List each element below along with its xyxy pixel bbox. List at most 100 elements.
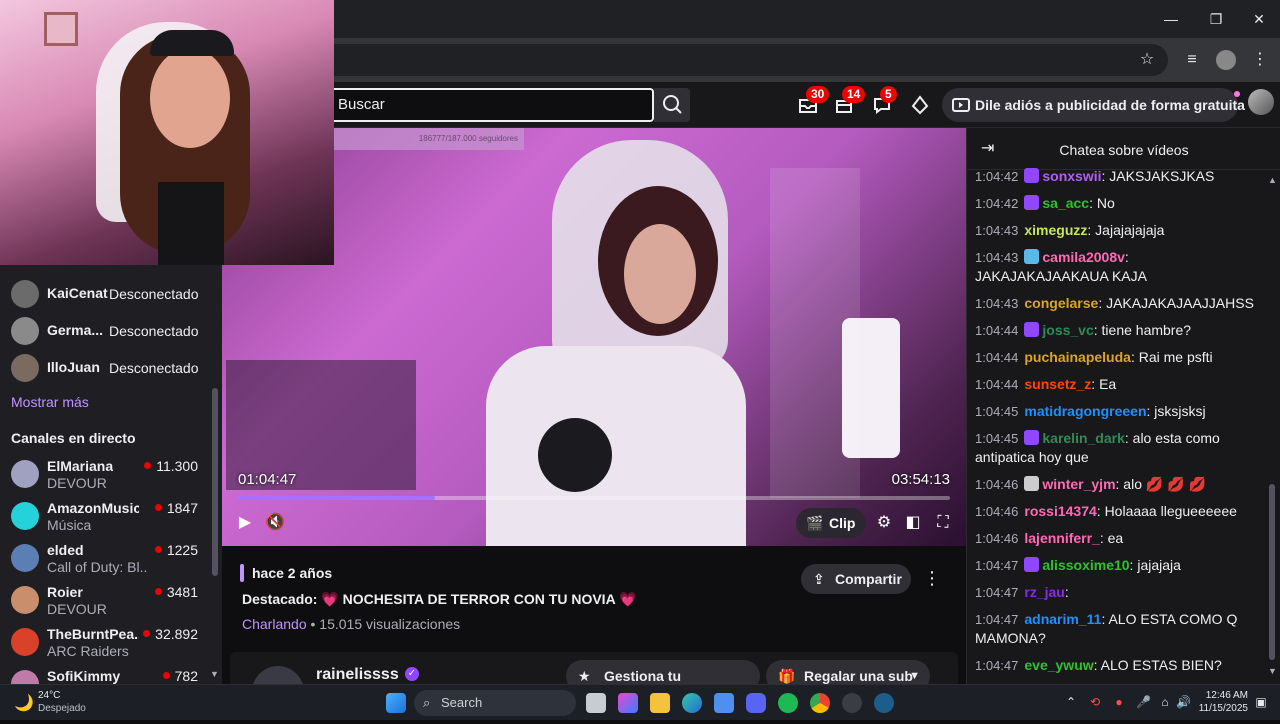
sidebar-item-live[interactable]: ElMariana DEVOUR 11.300 (0, 454, 210, 494)
sidebar-item-live[interactable]: SofiKimmy 782 (0, 664, 210, 684)
play-icon[interactable]: ▶ (234, 512, 256, 534)
scroll-down-icon[interactable]: ▼ (210, 669, 219, 679)
tray-chevron-icon[interactable]: ⌃ (1064, 695, 1078, 709)
category-link[interactable]: Charlando (242, 616, 307, 632)
menu-icon[interactable]: ⋮ (1250, 50, 1270, 70)
chat-username[interactable]: adnarim_11 (1024, 611, 1101, 627)
copilot-icon[interactable] (618, 693, 638, 713)
mute-icon[interactable]: 🔇 (264, 512, 286, 534)
chat-username[interactable]: karelin_dark (1042, 430, 1125, 446)
minimize-icon[interactable]: — (1160, 8, 1182, 30)
clip-label: Clip (829, 515, 856, 531)
chat-scrollbar[interactable] (1269, 484, 1275, 660)
bits-button[interactable] (910, 95, 932, 115)
scroll-up-icon[interactable]: ▲ (1268, 175, 1277, 185)
chat-username[interactable]: sunsetz_z (1024, 376, 1091, 392)
more-options-icon[interactable]: ⋮ (922, 568, 942, 589)
wifi-icon[interactable]: ⌂ (1158, 695, 1172, 709)
sidebar-scrollbar[interactable] (212, 388, 218, 576)
chat-username[interactable]: rossi14374 (1024, 503, 1096, 519)
viewer-count: 1225 (155, 542, 198, 558)
sidebar-item-followed[interactable]: KaiCenat Desconectado (0, 274, 210, 314)
chat-message: 1:04:47 alissoxime10: jajajaja (975, 556, 1265, 575)
chat-username[interactable]: ximeguzz (1024, 222, 1087, 238)
view-count: • 15.015 visualizaciones (306, 616, 461, 632)
clock-date[interactable]: 11/15/2025 (1196, 703, 1248, 714)
spotify-icon[interactable] (778, 693, 798, 713)
channel-name[interactable]: rainelissss (316, 666, 399, 684)
chat-badge-icon[interactable] (1024, 249, 1040, 264)
chat-badge-icon[interactable] (1024, 195, 1040, 210)
edge-icon[interactable] (682, 693, 702, 713)
chat-badge-icon[interactable] (1024, 322, 1040, 337)
chat-username[interactable]: joss_vc (1042, 322, 1093, 338)
chat-badge-icon[interactable] (1024, 476, 1040, 491)
whispers-button[interactable]: 5 (872, 86, 897, 115)
tray-app-icon[interactable]: ● (1112, 695, 1126, 709)
weather-desc[interactable]: Despejado (38, 703, 86, 714)
media-controls-icon[interactable]: ≡ (1182, 50, 1202, 70)
sidebar-item-live[interactable]: TheBurntPea... ARC Raiders 32.892 (0, 622, 210, 662)
task-view-icon[interactable] (586, 693, 606, 713)
taskbar-search[interactable]: ⌕ Search (414, 690, 576, 716)
inbox-button[interactable]: 30 (798, 86, 830, 115)
microphone-icon[interactable]: 🎤 (1136, 695, 1151, 709)
chat-username[interactable]: eve_ywuw (1024, 657, 1093, 673)
chat-username[interactable]: lajenniferr_ (1024, 530, 1099, 546)
windows-start-icon[interactable] (386, 693, 406, 713)
show-more-link[interactable]: Mostrar más (11, 394, 89, 410)
message-time: 1:04:43 (975, 296, 1019, 311)
sidebar-item-live[interactable]: AmazonMusic Música 1847 (0, 496, 210, 536)
obs-icon[interactable] (842, 693, 862, 713)
user-avatar[interactable] (1248, 89, 1274, 115)
ad-free-button[interactable]: Dile adiós a publicidad de forma gratuit… (942, 88, 1245, 122)
chat-username[interactable]: sa_acc (1042, 195, 1089, 211)
sidebar-item-followed[interactable]: Germa... Desconectado (0, 311, 210, 351)
scroll-down-icon[interactable]: ▼ (1268, 666, 1277, 676)
chat-badge-icon[interactable] (1024, 168, 1040, 183)
channel-name: Germa... (47, 322, 104, 338)
fullscreen-icon[interactable]: ⛶ (932, 512, 954, 534)
weather-temp[interactable]: 24°C (38, 690, 60, 701)
notifications-icon[interactable]: ▣ (1254, 695, 1268, 709)
chat-username[interactable]: congelarse (1024, 295, 1098, 311)
profile-avatar-icon[interactable] (1216, 50, 1236, 70)
chat-username[interactable]: camila2008v (1042, 249, 1125, 265)
close-icon[interactable]: ✕ (1248, 8, 1270, 30)
file-explorer-icon[interactable] (650, 693, 670, 713)
address-bar[interactable] (300, 44, 1168, 76)
chat-badge-icon[interactable] (1024, 430, 1040, 445)
seek-bar[interactable] (238, 496, 950, 500)
settings-gear-icon[interactable]: ⚙ (873, 512, 895, 534)
chat-username[interactable]: sonxswii (1042, 168, 1101, 184)
chat-username[interactable]: puchainapeluda (1024, 349, 1131, 365)
chrome-icon[interactable] (810, 693, 830, 713)
chat-username[interactable]: winter_yjm (1042, 476, 1115, 492)
sidebar-item-live[interactable]: elded Call of Duty: Bl... 1225 (0, 538, 210, 578)
tray-app-icon[interactable]: ⟲ (1088, 695, 1102, 709)
chat-username[interactable]: rz_jau (1024, 584, 1064, 600)
store-icon[interactable] (714, 693, 734, 713)
prime-loot-button[interactable]: 14 (834, 86, 866, 115)
chat-text: Rai me psfti (1138, 349, 1213, 365)
steam-icon[interactable] (874, 693, 894, 713)
chat-username[interactable]: matidragongreeen (1024, 403, 1146, 419)
sidebar-item-live[interactable]: Roier DEVOUR 3481 (0, 580, 210, 620)
discord-icon[interactable] (746, 693, 766, 713)
search-input[interactable]: Buscar (328, 88, 654, 122)
share-button[interactable]: ⇪ Compartir (801, 564, 911, 594)
bookmark-star-icon[interactable]: ☆ (1137, 50, 1157, 70)
chat-separator: : (1093, 657, 1101, 673)
volume-icon[interactable]: 🔊 (1176, 695, 1191, 709)
search-button[interactable] (654, 88, 690, 122)
maximize-icon[interactable]: ❐ (1205, 8, 1227, 30)
theatre-mode-icon[interactable]: ◧ (902, 512, 924, 534)
message-time: 1:04:46 (975, 477, 1019, 492)
chat-badge-icon[interactable] (1024, 557, 1040, 572)
chat-username[interactable]: alissoxime10 (1042, 557, 1129, 573)
message-time: 1:04:42 (975, 196, 1019, 211)
chat-separator: : (1087, 222, 1096, 238)
clock-time[interactable]: 12:46 AM (1200, 690, 1248, 701)
sidebar-item-followed[interactable]: IlloJuan Desconectado (0, 348, 210, 388)
clip-button[interactable]: 🎬 Clip (796, 508, 866, 538)
